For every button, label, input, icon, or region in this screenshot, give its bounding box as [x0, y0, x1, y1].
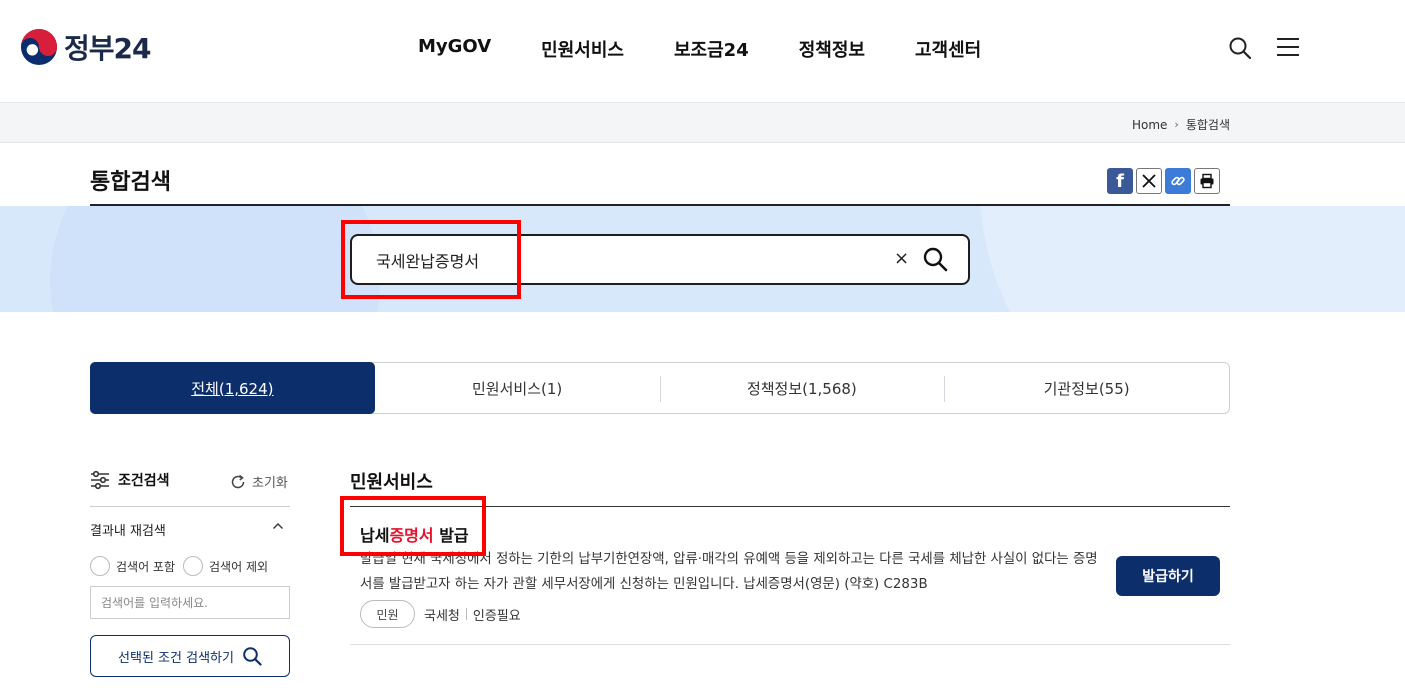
print-button[interactable]	[1194, 168, 1220, 194]
breadcrumb-current: 통합검색	[1185, 118, 1230, 132]
chevron-right-icon: ›	[1174, 118, 1179, 131]
include-keyword-label: 검색어 포함	[116, 559, 176, 574]
issue-button[interactable]: 발급하기	[1116, 556, 1220, 596]
result-tabs: 전체(1,624) 민원서비스(1) 정책정보(1,568) 기관정보(55)	[90, 362, 1230, 414]
nav-subsidy24[interactable]: 보조금24	[674, 36, 749, 62]
filter-divider	[90, 506, 290, 507]
breadcrumb-home[interactable]: Home	[1132, 118, 1167, 132]
x-logo-icon	[1142, 174, 1156, 188]
result-divider	[350, 644, 1230, 645]
site-header: 정부24 MyGOV 민원서비스 보조금24 정책정보 고객센터	[0, 0, 1405, 102]
nav-civil-service[interactable]: 민원서비스	[541, 36, 624, 62]
result-meta: 민원 국세청 인증필요	[360, 600, 521, 628]
nav-customer-center[interactable]: 고객센터	[915, 36, 981, 62]
clear-search-button[interactable]: ×	[894, 248, 909, 269]
printer-icon	[1200, 173, 1214, 189]
hamburger-menu-icon[interactable]	[1277, 37, 1299, 57]
tab-all[interactable]: 전체(1,624)	[90, 362, 375, 414]
share-toolbar: f	[1107, 168, 1223, 194]
annotation-highlight-box	[341, 220, 521, 299]
decorative-circle	[980, 206, 1405, 312]
search-icon[interactable]	[1228, 36, 1252, 60]
nav-policy-info[interactable]: 정책정보	[799, 36, 865, 62]
tab-agency-info[interactable]: 기관정보(55)	[944, 363, 1229, 413]
gov24-logo[interactable]: 정부24	[20, 27, 151, 67]
tab-civil-service[interactable]: 민원서비스(1)	[375, 363, 660, 413]
search-submit-icon[interactable]	[922, 246, 948, 272]
apply-filter-label: 선택된 조건 검색하기	[118, 650, 234, 666]
search-mode-radios: 검색어 포함 검색어 제외	[90, 556, 276, 576]
link-icon	[1171, 176, 1185, 186]
refresh-icon	[231, 474, 245, 488]
annotation-highlight-box	[340, 496, 486, 556]
x-share-button[interactable]	[1136, 168, 1162, 194]
tab-policy-info[interactable]: 정책정보(1,568)	[659, 363, 945, 413]
refine-search-heading: 결과내 재검색	[90, 524, 166, 539]
nav-mygov[interactable]: MyGOV	[418, 36, 491, 62]
chevron-up-icon[interactable]	[272, 520, 284, 532]
breadcrumb-bar: Home › 통합검색	[0, 102, 1405, 143]
facebook-share-button[interactable]: f	[1107, 168, 1133, 194]
meta-separator	[465, 608, 467, 620]
reset-label: 초기화	[252, 476, 288, 491]
agency-name: 국세청	[424, 608, 460, 624]
filter-sliders-icon	[91, 470, 109, 490]
copy-link-button[interactable]	[1165, 168, 1191, 194]
page-title: 통합검색	[90, 170, 171, 195]
taegeuk-logo-icon	[20, 28, 58, 66]
decorative-circle	[50, 206, 380, 312]
results-section-title: 민원서비스	[350, 472, 433, 493]
filter-title: 조건검색	[118, 473, 170, 489]
refine-keyword-input[interactable]	[90, 586, 290, 619]
category-badge: 민원	[360, 600, 415, 628]
main-nav: MyGOV 민원서비스 보조금24 정책정보 고객센터	[418, 36, 1031, 62]
auth-required-label: 인증필요	[472, 608, 521, 624]
facebook-icon: f	[1116, 170, 1124, 192]
include-keyword-radio[interactable]	[90, 556, 110, 576]
apply-filter-button[interactable]: 선택된 조건 검색하기	[90, 635, 290, 677]
reset-button[interactable]: 초기화	[230, 472, 288, 491]
exclude-keyword-radio[interactable]	[183, 556, 204, 576]
breadcrumb: Home › 통합검색	[1132, 116, 1230, 133]
search-icon	[243, 647, 262, 666]
exclude-keyword-label: 검색어 제외	[209, 559, 269, 574]
logo-text: 정부24	[64, 32, 151, 65]
